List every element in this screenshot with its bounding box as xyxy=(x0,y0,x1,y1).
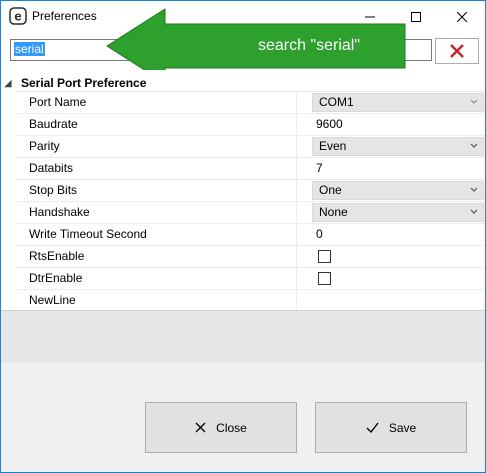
chevron-down-icon xyxy=(469,140,479,152)
clear-x-icon xyxy=(450,44,464,58)
property-name: Parity xyxy=(16,136,297,158)
svg-text:e: e xyxy=(14,9,21,24)
property-row-dtrenable[interactable]: DtrEnable xyxy=(16,267,485,290)
property-description-panel xyxy=(1,310,485,362)
rtsenable-checkbox[interactable] xyxy=(318,250,331,263)
dropdown-value: COM1 xyxy=(319,95,354,109)
property-row-stop-bits[interactable]: Stop Bits One xyxy=(16,179,485,202)
property-name: Databits xyxy=(16,158,297,180)
parity-dropdown[interactable]: Even xyxy=(312,137,484,156)
app-icon: e xyxy=(9,7,27,25)
close-button[interactable]: Close xyxy=(145,402,297,453)
property-name: Baudrate xyxy=(16,114,297,136)
collapse-triangle-icon[interactable]: ◢ xyxy=(1,78,15,89)
close-window-button[interactable] xyxy=(439,1,485,32)
property-name: NewLine xyxy=(16,290,297,312)
search-input-value: serial xyxy=(14,42,45,56)
category-header[interactable]: ◢ Serial Port Preference xyxy=(1,74,147,92)
property-row-baudrate[interactable]: Baudrate 9600 xyxy=(16,113,485,136)
dtrenable-checkbox[interactable] xyxy=(318,272,331,285)
property-row-rtsenable[interactable]: RtsEnable xyxy=(16,245,485,268)
maximize-icon xyxy=(411,11,421,22)
dropdown-value: One xyxy=(319,183,342,197)
baudrate-value[interactable]: 9600 xyxy=(316,114,343,135)
handshake-dropdown[interactable]: None xyxy=(312,203,484,222)
property-row-handshake[interactable]: Handshake None xyxy=(16,201,485,224)
port-name-dropdown[interactable]: COM1 xyxy=(312,93,484,112)
property-name: Stop Bits xyxy=(16,180,297,202)
databits-value[interactable]: 7 xyxy=(316,158,323,179)
property-row-port-name[interactable]: Port Name COM1 xyxy=(16,91,485,114)
close-icon xyxy=(457,11,467,22)
stop-bits-dropdown[interactable]: One xyxy=(312,181,484,200)
property-name: Write Timeout Second xyxy=(16,224,297,246)
property-name: DtrEnable xyxy=(16,268,297,290)
close-button-label: Close xyxy=(216,420,247,435)
category-label: Serial Port Preference xyxy=(21,76,147,90)
chevron-down-icon xyxy=(469,206,479,218)
write-timeout-value[interactable]: 0 xyxy=(316,224,323,245)
property-row-newline[interactable]: NewLine xyxy=(16,289,485,312)
dropdown-value: Even xyxy=(319,139,347,153)
property-grid: ◢ Serial Port Preference Port Name COM1 … xyxy=(1,70,485,312)
save-button[interactable]: Save xyxy=(315,402,467,453)
chevron-down-icon xyxy=(469,96,479,108)
preferences-window: e Preferences serial search "serial" ◢ S… xyxy=(0,0,486,473)
window-title: Preferences xyxy=(32,9,97,23)
property-row-write-timeout[interactable]: Write Timeout Second 0 xyxy=(16,223,485,246)
property-name: Handshake xyxy=(16,202,297,224)
property-name: Port Name xyxy=(16,92,297,114)
dropdown-value: None xyxy=(319,205,348,219)
property-name: RtsEnable xyxy=(16,246,297,268)
chevron-down-icon xyxy=(469,184,479,196)
property-row-parity[interactable]: Parity Even xyxy=(16,135,485,158)
clear-search-button[interactable] xyxy=(435,38,479,64)
save-button-label: Save xyxy=(388,420,417,435)
close-x-icon xyxy=(195,422,206,433)
property-row-databits[interactable]: Databits 7 xyxy=(16,157,485,180)
checkmark-icon xyxy=(366,422,379,433)
